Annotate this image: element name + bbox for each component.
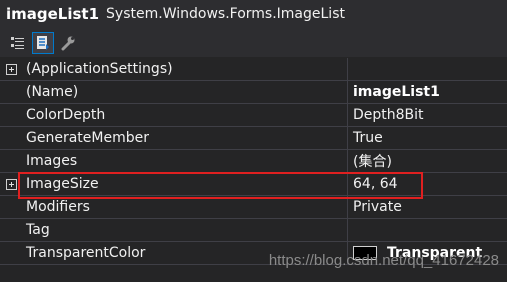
property-name: Images bbox=[22, 150, 348, 172]
properties-header: imageList1 System.Windows.Forms.ImageLis… bbox=[0, 0, 507, 28]
properties-toolbar bbox=[0, 28, 507, 57]
property-name: ImageSize bbox=[22, 173, 348, 195]
wrench-icon bbox=[61, 36, 75, 50]
alphabetical-view-button[interactable] bbox=[32, 31, 54, 54]
property-name: (ApplicationSettings) bbox=[22, 58, 348, 80]
property-row-images[interactable]: Images (集合) bbox=[0, 150, 507, 173]
property-value[interactable]: imageList1 bbox=[349, 81, 507, 103]
property-grid: (ApplicationSettings) (Name) imageList1 … bbox=[0, 58, 507, 282]
watermark: https://blog.csdn.net/qq_41672428 bbox=[268, 252, 499, 269]
property-name: Modifiers bbox=[22, 196, 348, 218]
property-row-imagesize[interactable]: ImageSize 64, 64 bbox=[0, 173, 507, 196]
expand-plus-icon[interactable] bbox=[5, 63, 17, 75]
property-name: (Name) bbox=[22, 81, 348, 103]
categorized-view-button[interactable] bbox=[7, 32, 29, 54]
property-value[interactable]: (集合) bbox=[349, 150, 507, 172]
property-value[interactable]: Depth8Bit bbox=[349, 104, 507, 126]
object-name: imageList1 bbox=[6, 5, 100, 23]
alphabetical-icon bbox=[37, 35, 49, 50]
property-value[interactable]: 64, 64 bbox=[349, 173, 507, 195]
property-name: GenerateMember bbox=[22, 127, 348, 149]
property-row-modifiers[interactable]: Modifiers Private bbox=[0, 196, 507, 219]
property-name: Tag bbox=[22, 219, 348, 241]
property-value[interactable]: True bbox=[349, 127, 507, 149]
expand-plus-icon[interactable] bbox=[5, 178, 17, 190]
property-value[interactable] bbox=[349, 58, 507, 80]
property-row-generatemember[interactable]: GenerateMember True bbox=[0, 127, 507, 150]
object-type: System.Windows.Forms.ImageList bbox=[106, 6, 345, 22]
property-row-applicationsettings[interactable]: (ApplicationSettings) bbox=[0, 58, 507, 81]
property-value[interactable]: Private bbox=[349, 196, 507, 218]
property-value[interactable] bbox=[349, 219, 507, 241]
property-row-tag[interactable]: Tag bbox=[0, 219, 507, 242]
property-pages-button[interactable] bbox=[57, 32, 79, 54]
property-row-name[interactable]: (Name) imageList1 bbox=[0, 81, 507, 104]
categorized-icon bbox=[11, 36, 24, 49]
property-row-colordepth[interactable]: ColorDepth Depth8Bit bbox=[0, 104, 507, 127]
property-name: ColorDepth bbox=[22, 104, 348, 126]
